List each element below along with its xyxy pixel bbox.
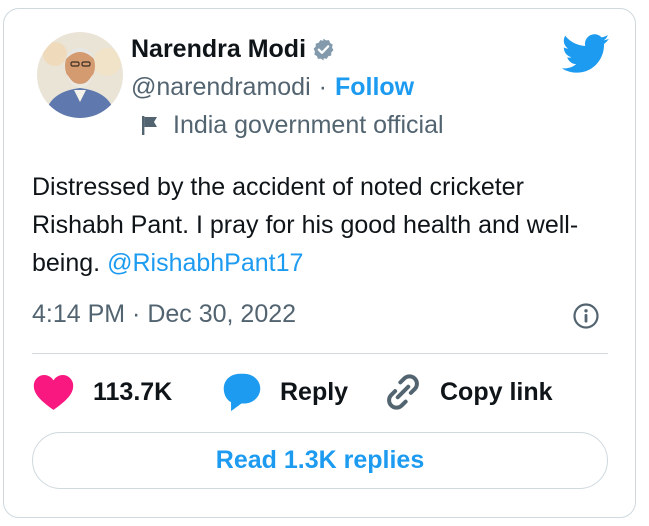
reply-button[interactable]: Reply [220,370,348,414]
mention-link[interactable]: @RishabhPant17 [107,249,303,277]
separator-dot: · [318,72,327,101]
reply-label: Reply [280,377,349,406]
info-icon[interactable] [572,302,600,330]
link-icon [382,371,424,413]
copy-link-button[interactable]: Copy link [382,370,553,414]
divider [32,353,608,354]
heart-icon [32,373,75,411]
follow-button[interactable]: Follow [335,73,414,102]
read-replies-button[interactable]: Read 1.3K replies [32,432,608,489]
flag-icon [139,114,161,136]
twitter-bird-icon[interactable] [561,34,610,74]
author-handle[interactable]: @narendramodi [131,73,311,102]
handle-row: @narendramodi · Follow [131,71,414,103]
author-name[interactable]: Narendra Modi [131,35,306,64]
copy-link-label: Copy link [440,377,553,406]
like-button[interactable]: 113.7K [32,370,172,414]
account-label[interactable]: India government official [173,111,444,140]
speech-bubble-icon [220,371,264,413]
like-count: 113.7K [93,377,173,406]
avatar[interactable] [37,32,123,118]
tweet-timestamp[interactable]: 4:14 PM · Dec 30, 2022 [32,298,296,330]
verified-badge-icon [311,37,336,62]
action-bar: 113.7K Reply Copy link [32,370,612,414]
tweet-text: Distressed by the accident of noted cric… [32,168,612,282]
account-label-row: India government official [139,109,444,141]
author-name-row: Narendra Modi [131,33,336,65]
